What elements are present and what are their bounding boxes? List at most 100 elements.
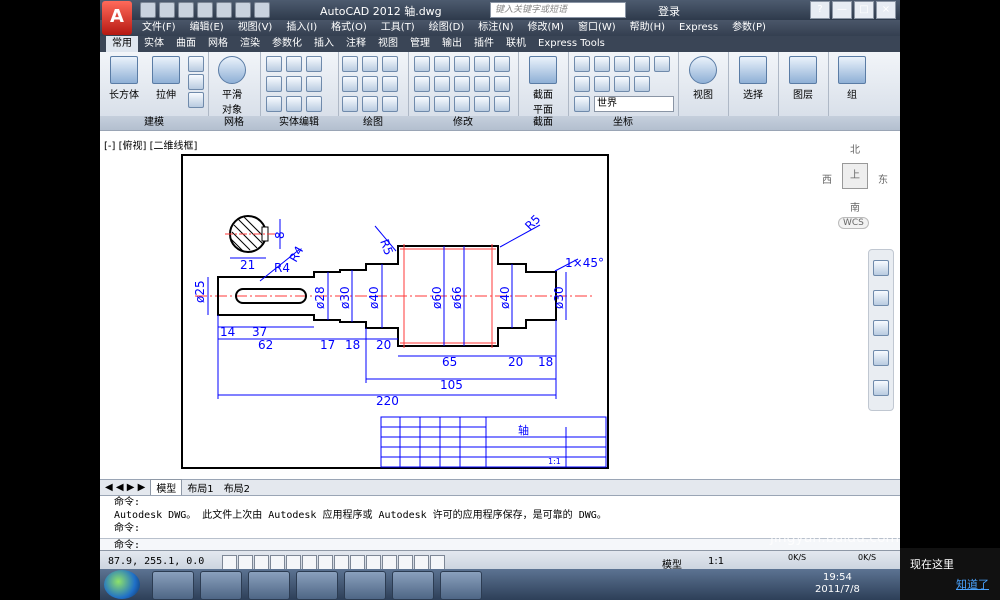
panel-draw-label[interactable]: 绘图 bbox=[338, 116, 408, 130]
intersect-icon[interactable] bbox=[306, 56, 322, 72]
tab-manage[interactable]: 管理 bbox=[404, 36, 436, 52]
menu-modify[interactable]: 修改(M) bbox=[528, 20, 564, 36]
tab-home[interactable]: 常用 bbox=[106, 36, 138, 52]
tab-mesh[interactable]: 网格 bbox=[202, 36, 234, 52]
union-icon[interactable] bbox=[266, 56, 282, 72]
fillet-icon[interactable] bbox=[454, 76, 470, 92]
ucs-icon[interactable] bbox=[574, 56, 590, 72]
notification-dismiss-link[interactable]: 知道了 bbox=[956, 576, 989, 592]
rotate-icon[interactable] bbox=[434, 56, 450, 72]
separate-icon[interactable] bbox=[306, 96, 322, 112]
start-button[interactable] bbox=[104, 570, 140, 599]
array-icon[interactable] bbox=[474, 76, 490, 92]
menu-window[interactable]: 窗口(W) bbox=[578, 20, 616, 36]
system-clock[interactable]: 19:54 2011/7/8 bbox=[815, 572, 860, 596]
ortho-toggle[interactable] bbox=[270, 555, 285, 570]
thicken-icon[interactable] bbox=[306, 76, 322, 92]
box-button[interactable]: 长方体 bbox=[104, 56, 144, 101]
polysolid-icon[interactable] bbox=[188, 56, 204, 72]
recorder-taskbar-icon[interactable] bbox=[440, 571, 482, 600]
dyn-toggle[interactable] bbox=[366, 555, 381, 570]
panel-view-label[interactable] bbox=[678, 116, 728, 130]
close-button[interactable]: × bbox=[876, 1, 896, 19]
tab-nav-arrows[interactable]: ◀ ◀ ▶ ▶ bbox=[100, 482, 150, 493]
open-file-icon[interactable] bbox=[159, 2, 175, 18]
explode-icon[interactable] bbox=[434, 96, 450, 112]
layout-tab-layout1[interactable]: 布局1 bbox=[182, 480, 218, 495]
subtract-icon[interactable] bbox=[286, 56, 302, 72]
tab-plugins[interactable]: 插件 bbox=[468, 36, 500, 52]
3d-move-icon[interactable] bbox=[494, 96, 510, 112]
ucs-x-icon[interactable] bbox=[594, 76, 610, 92]
polar-toggle[interactable] bbox=[286, 555, 301, 570]
menu-tools[interactable]: 工具(T) bbox=[381, 20, 415, 36]
trim-icon[interactable] bbox=[454, 56, 470, 72]
snap-toggle[interactable] bbox=[238, 555, 253, 570]
panel-group-label[interactable] bbox=[828, 116, 900, 130]
explorer-taskbar-icon[interactable] bbox=[200, 571, 242, 600]
panel-select-label[interactable] bbox=[728, 116, 778, 130]
autocad-taskbar-icon[interactable] bbox=[392, 571, 434, 600]
menu-parametric[interactable]: 参数(P) bbox=[732, 20, 766, 36]
infer-constraints-toggle[interactable] bbox=[222, 555, 237, 570]
tab-annotate[interactable]: 注释 bbox=[340, 36, 372, 52]
new-file-icon[interactable] bbox=[140, 2, 156, 18]
section-plane-button[interactable]: 截面 平面 bbox=[523, 56, 563, 116]
print-icon[interactable] bbox=[216, 2, 232, 18]
mirror-icon[interactable] bbox=[474, 56, 490, 72]
zoom-icon[interactable] bbox=[873, 320, 889, 336]
help-search-input[interactable]: 键入关键字或短语 bbox=[490, 2, 626, 18]
panel-mesh-label[interactable]: 网格 bbox=[208, 116, 260, 130]
ucs-y-icon[interactable] bbox=[614, 76, 630, 92]
ucs-origin-icon[interactable] bbox=[614, 56, 630, 72]
smooth-object-button[interactable]: 平滑 对象 bbox=[212, 56, 252, 116]
line-icon[interactable] bbox=[342, 56, 358, 72]
panel-section-label[interactable]: 截面 bbox=[518, 116, 568, 130]
ucs-z-icon[interactable] bbox=[634, 56, 650, 72]
viewcube-south[interactable]: 南 bbox=[850, 199, 860, 214]
menu-dimension[interactable]: 标注(N) bbox=[478, 20, 513, 36]
maximize-button[interactable]: □ bbox=[854, 1, 874, 19]
lineweight-toggle[interactable] bbox=[382, 555, 397, 570]
viewcube-north[interactable]: 北 bbox=[850, 141, 860, 156]
ucs-object-icon[interactable] bbox=[634, 76, 650, 92]
selection-cycling-toggle[interactable] bbox=[430, 555, 445, 570]
transparency-toggle[interactable] bbox=[398, 555, 413, 570]
tab-express-tools[interactable]: Express Tools bbox=[532, 36, 611, 52]
tab-solid[interactable]: 实体 bbox=[138, 36, 170, 52]
ucs-world-icon[interactable] bbox=[594, 56, 610, 72]
3d-osnap-toggle[interactable] bbox=[318, 555, 333, 570]
ucs-named-icon[interactable] bbox=[574, 96, 590, 112]
orbit-icon[interactable] bbox=[873, 350, 889, 366]
menu-file[interactable]: 文件(F) bbox=[142, 20, 176, 36]
loft-icon[interactable] bbox=[188, 92, 204, 108]
grid-toggle[interactable] bbox=[254, 555, 269, 570]
ray-icon[interactable] bbox=[362, 76, 378, 92]
circle-icon[interactable] bbox=[382, 76, 398, 92]
menu-edit[interactable]: 编辑(E) bbox=[190, 20, 224, 36]
extrude-button[interactable]: 拉伸 bbox=[146, 56, 186, 101]
viewcube-west[interactable]: 西 bbox=[822, 171, 832, 186]
wcs-menu[interactable]: WCS bbox=[838, 217, 869, 229]
tab-online[interactable]: 联机 bbox=[500, 36, 532, 52]
menu-express[interactable]: Express bbox=[679, 20, 718, 36]
sweep-icon[interactable] bbox=[188, 74, 204, 90]
minimize-button[interactable]: — bbox=[832, 1, 852, 19]
application-menu-button[interactable]: A bbox=[102, 1, 132, 35]
word-taskbar-icon[interactable] bbox=[344, 571, 386, 600]
app-taskbar-icon[interactable] bbox=[296, 571, 338, 600]
viewcube-top-face[interactable]: 上 bbox=[842, 163, 868, 189]
menu-insert[interactable]: 插入(I) bbox=[286, 20, 317, 36]
group-button[interactable]: 组 bbox=[832, 56, 872, 101]
menu-help[interactable]: 帮助(H) bbox=[630, 20, 665, 36]
offset-icon[interactable] bbox=[494, 76, 510, 92]
panel-modeling-label[interactable]: 建模 bbox=[100, 116, 208, 130]
scale-icon[interactable] bbox=[434, 76, 450, 92]
menu-draw[interactable]: 绘图(D) bbox=[429, 20, 465, 36]
tab-insert[interactable]: 插入 bbox=[308, 36, 340, 52]
annotation-scale[interactable]: 1:1 bbox=[708, 556, 724, 567]
slice-icon[interactable] bbox=[266, 76, 282, 92]
rectangle-icon[interactable] bbox=[342, 96, 358, 112]
ie-taskbar-icon[interactable] bbox=[152, 571, 194, 600]
move-icon[interactable] bbox=[414, 56, 430, 72]
